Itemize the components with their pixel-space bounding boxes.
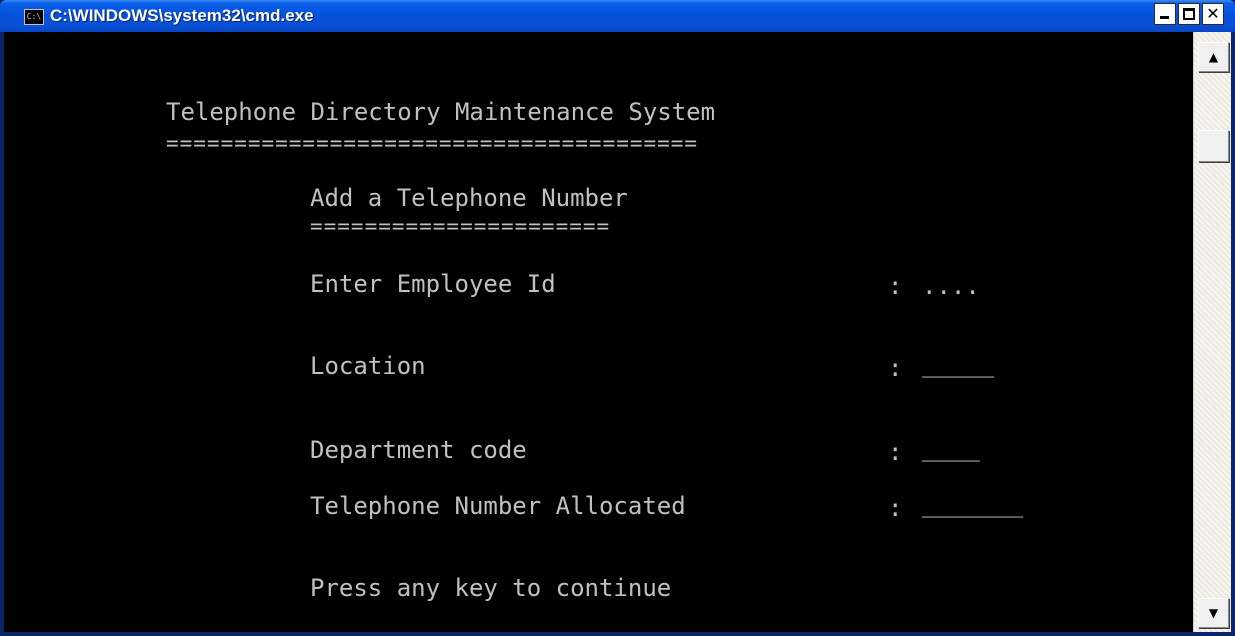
up-arrow-icon: ▲ bbox=[1208, 50, 1219, 64]
cmd-window: C:\ C:\WINDOWS\system32\cmd.exe ✕ Teleph… bbox=[0, 0, 1235, 636]
section-title: Add a Telephone Number bbox=[310, 184, 628, 212]
location-label: Location bbox=[310, 352, 426, 380]
telephone-number-field[interactable]: _______ bbox=[922, 490, 1023, 518]
maximize-button[interactable] bbox=[1178, 3, 1200, 25]
employee-id-separator: : bbox=[888, 272, 903, 300]
close-icon: ✕ bbox=[1206, 4, 1220, 23]
scroll-thumb[interactable] bbox=[1198, 130, 1229, 162]
section-underline: ====================== bbox=[310, 214, 611, 238]
title-underline: ======================================= bbox=[166, 131, 699, 155]
scroll-down-button[interactable]: ▼ bbox=[1198, 598, 1229, 628]
location-separator: : bbox=[888, 354, 903, 382]
department-code-separator: : bbox=[888, 438, 903, 466]
continue-prompt: Press any key to continue bbox=[310, 574, 672, 602]
employee-id-field[interactable]: .... bbox=[922, 272, 980, 300]
vertical-scrollbar[interactable]: ▲ ▼ bbox=[1193, 32, 1231, 632]
telephone-number-label: Telephone Number Allocated bbox=[310, 492, 686, 520]
employee-id-label: Enter Employee Id bbox=[310, 270, 556, 298]
down-arrow-icon: ▼ bbox=[1208, 606, 1219, 620]
console-output[interactable]: Telephone Directory Maintenance System =… bbox=[4, 32, 1193, 632]
minimize-button[interactable] bbox=[1154, 3, 1176, 25]
department-code-label: Department code bbox=[310, 436, 527, 464]
close-button[interactable]: ✕ bbox=[1202, 3, 1224, 25]
page-title: Telephone Directory Maintenance System bbox=[166, 98, 716, 126]
department-code-field[interactable]: ____ bbox=[922, 434, 980, 462]
location-field[interactable]: _____ bbox=[922, 350, 994, 378]
console-icon[interactable]: C:\ bbox=[24, 9, 44, 25]
maximize-icon bbox=[1183, 8, 1195, 20]
minimize-icon bbox=[1160, 16, 1169, 19]
title-bar[interactable]: C:\ C:\WINDOWS\system32\cmd.exe ✕ bbox=[0, 0, 1235, 32]
telephone-number-separator: : bbox=[888, 494, 903, 522]
scroll-up-button[interactable]: ▲ bbox=[1198, 42, 1229, 72]
window-title: C:\WINDOWS\system32\cmd.exe bbox=[50, 6, 314, 25]
